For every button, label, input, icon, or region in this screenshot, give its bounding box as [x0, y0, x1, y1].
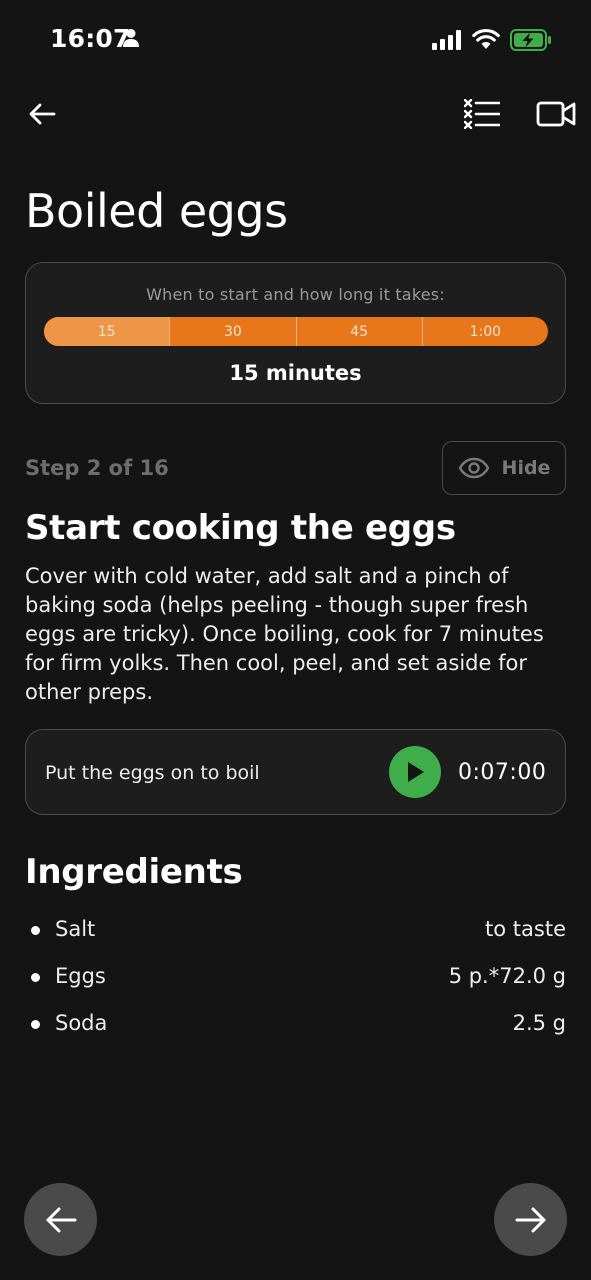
- next-step-button[interactable]: [494, 1183, 567, 1256]
- hide-label: Hide: [501, 457, 551, 479]
- timer-card: Put the eggs on to boil 0:07:00: [25, 729, 566, 815]
- timer-time: 0:07:00: [458, 760, 547, 785]
- step-title: Start cooking the eggs: [25, 508, 456, 548]
- ingredient-row: Salt to taste: [25, 917, 566, 947]
- checklist-icon: [464, 99, 500, 129]
- previous-step-button[interactable]: [24, 1183, 97, 1256]
- bullet-icon: [31, 926, 40, 935]
- timeline-segment-45[interactable]: 45: [297, 317, 423, 346]
- battery-charging-icon: [510, 29, 552, 55]
- ingredient-name: Salt: [55, 917, 96, 941]
- wifi-icon: [472, 28, 500, 54]
- ingredient-amount: to taste: [485, 917, 566, 941]
- step-counter: Step 2 of 16: [25, 456, 169, 480]
- step-description: Cover with cold water, add salt and a pi…: [25, 564, 544, 704]
- back-button[interactable]: [22, 94, 62, 134]
- timeline-caption: When to start and how long it takes:: [146, 285, 445, 304]
- play-icon: [408, 762, 424, 782]
- signal-icon: [432, 30, 464, 54]
- timeline-duration: 15 minutes: [229, 361, 362, 385]
- ingredient-row: Soda 2.5 g: [25, 1011, 566, 1041]
- timer-label: Put the eggs on to boil: [45, 762, 260, 784]
- ingredient-amount: 5 p.*72.0 g: [448, 964, 566, 988]
- status-time: 16:07: [50, 24, 131, 53]
- timeline-card: When to start and how long it takes: 15 …: [25, 262, 566, 404]
- video-button[interactable]: [533, 94, 579, 134]
- ingredients-heading: Ingredients: [25, 852, 243, 892]
- eye-icon: [458, 457, 489, 479]
- checklist-button[interactable]: [460, 94, 504, 134]
- hide-button[interactable]: Hide: [442, 441, 566, 495]
- ingredient-row: Eggs 5 p.*72.0 g: [25, 964, 566, 994]
- arrow-left-icon: [29, 103, 56, 125]
- status-bar: 16:07: [0, 0, 591, 80]
- person-icon: [122, 28, 140, 52]
- timeline-segment-15[interactable]: 15: [44, 317, 171, 346]
- timeline-bar[interactable]: 15 30 45 1:00: [44, 317, 548, 346]
- bullet-icon: [31, 1020, 40, 1029]
- page-title: Boiled eggs: [25, 184, 288, 238]
- timer-play-button[interactable]: [389, 746, 441, 798]
- recipe-step-screen: 16:07 Boiled eggs When to start and how …: [0, 0, 591, 1280]
- arrow-right-icon: [515, 1207, 545, 1232]
- timeline-segment-1-00[interactable]: 1:00: [423, 317, 548, 346]
- ingredient-name: Soda: [55, 1011, 108, 1035]
- timeline-segment-30[interactable]: 30: [170, 317, 297, 346]
- bullet-icon: [31, 973, 40, 982]
- ingredient-amount: 2.5 g: [512, 1011, 566, 1035]
- video-camera-icon: [536, 101, 576, 127]
- ingredient-name: Eggs: [55, 964, 106, 988]
- arrow-left-icon: [46, 1207, 76, 1232]
